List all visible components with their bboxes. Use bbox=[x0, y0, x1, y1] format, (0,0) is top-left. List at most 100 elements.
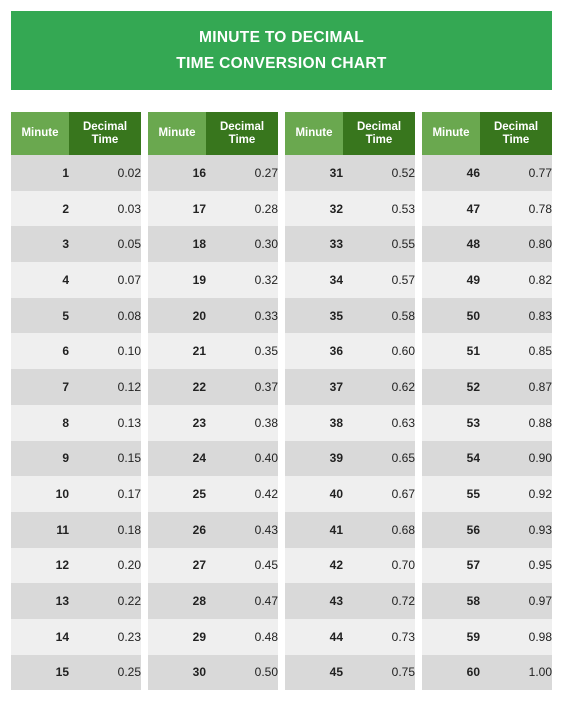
cell-decimal-time: 0.40 bbox=[206, 440, 278, 477]
cell-minute: 25 bbox=[148, 476, 206, 512]
cell-minute: 9 bbox=[11, 440, 69, 477]
table-row: 22 0.37 bbox=[148, 369, 278, 405]
cell-minute: 24 bbox=[148, 440, 206, 477]
cell-decimal-time: 0.82 bbox=[480, 262, 552, 298]
table-header-row: Minute Decimal Time bbox=[285, 112, 415, 155]
cell-decimal-time: 0.88 bbox=[480, 404, 552, 441]
chart-title-line-1: MINUTE TO DECIMAL bbox=[199, 28, 364, 46]
cell-decimal-time: 0.48 bbox=[206, 618, 278, 655]
cell-decimal-time: 0.72 bbox=[343, 583, 415, 619]
cell-decimal-time: 0.67 bbox=[343, 476, 415, 512]
cell-decimal-time: 0.45 bbox=[206, 547, 278, 584]
cell-decimal-time: 0.95 bbox=[480, 547, 552, 584]
column-header-decimal-line-2: Time bbox=[91, 133, 119, 146]
cell-minute: 29 bbox=[148, 618, 206, 655]
cell-minute: 30 bbox=[148, 654, 206, 691]
cell-decimal-time: 0.90 bbox=[480, 440, 552, 477]
cell-minute: 50 bbox=[422, 297, 480, 334]
cell-minute: 38 bbox=[285, 404, 343, 441]
cell-minute: 20 bbox=[148, 297, 206, 334]
column-header-decimal-line-1: Decimal bbox=[356, 120, 402, 133]
table-row: 24 0.40 bbox=[148, 440, 278, 477]
column-header-decimal-time: Decimal Time bbox=[206, 112, 278, 155]
cell-decimal-time: 0.98 bbox=[480, 618, 552, 655]
table-row: 37 0.62 bbox=[285, 369, 415, 405]
cell-decimal-time: 0.77 bbox=[480, 155, 552, 191]
conversion-table-block: Minute Decimal Time 1 0.02 2 0.03 3 0.05 4 0.07 5 0.… bbox=[11, 112, 141, 691]
cell-minute: 39 bbox=[285, 440, 343, 477]
conversion-chart-page: MINUTE TO DECIMAL TIME CONVERSION CHART … bbox=[0, 0, 563, 705]
table-row: 14 0.23 bbox=[11, 618, 141, 655]
column-header-minute: Minute bbox=[11, 112, 69, 155]
table-row: 50 0.83 bbox=[422, 297, 552, 334]
table-row: 53 0.88 bbox=[422, 404, 552, 441]
cell-minute: 1 bbox=[11, 155, 69, 191]
cell-decimal-time: 0.38 bbox=[206, 404, 278, 441]
table-row: 20 0.33 bbox=[148, 297, 278, 334]
cell-decimal-time: 0.22 bbox=[69, 583, 141, 619]
cell-minute: 58 bbox=[422, 583, 480, 619]
table-row: 25 0.42 bbox=[148, 476, 278, 512]
cell-decimal-time: 0.65 bbox=[343, 440, 415, 477]
cell-decimal-time: 0.23 bbox=[69, 618, 141, 655]
cell-decimal-time: 0.73 bbox=[343, 618, 415, 655]
cell-decimal-time: 0.33 bbox=[206, 297, 278, 334]
cell-decimal-time: 0.05 bbox=[69, 226, 141, 263]
cell-decimal-time: 0.63 bbox=[343, 404, 415, 441]
table-row: 59 0.98 bbox=[422, 618, 552, 655]
column-header-decimal-line-2: Time bbox=[365, 133, 393, 146]
cell-minute: 34 bbox=[285, 262, 343, 298]
cell-decimal-time: 0.60 bbox=[343, 333, 415, 370]
cell-decimal-time: 0.43 bbox=[206, 511, 278, 548]
cell-decimal-time: 0.75 bbox=[343, 654, 415, 691]
cell-minute: 3 bbox=[11, 226, 69, 263]
table-row: 48 0.80 bbox=[422, 226, 552, 263]
table-row: 2 0.03 bbox=[11, 190, 141, 227]
cell-minute: 33 bbox=[285, 226, 343, 263]
cell-minute: 46 bbox=[422, 155, 480, 191]
cell-minute: 49 bbox=[422, 262, 480, 298]
cell-decimal-time: 0.32 bbox=[206, 262, 278, 298]
cell-minute: 48 bbox=[422, 226, 480, 263]
cell-decimal-time: 0.13 bbox=[69, 404, 141, 441]
table-row: 17 0.28 bbox=[148, 190, 278, 227]
cell-decimal-time: 0.07 bbox=[69, 262, 141, 298]
cell-decimal-time: 0.02 bbox=[69, 155, 141, 191]
cell-minute: 27 bbox=[148, 547, 206, 584]
cell-minute: 14 bbox=[11, 618, 69, 655]
cell-minute: 35 bbox=[285, 297, 343, 334]
column-header-decimal-line-1: Decimal bbox=[82, 120, 128, 133]
cell-minute: 10 bbox=[11, 476, 69, 512]
column-header-minute: Minute bbox=[148, 112, 206, 155]
table-row: 30 0.50 bbox=[148, 654, 278, 691]
column-header-minute: Minute bbox=[285, 112, 343, 155]
table-row: 26 0.43 bbox=[148, 511, 278, 548]
cell-decimal-time: 0.10 bbox=[69, 333, 141, 370]
table-row: 56 0.93 bbox=[422, 511, 552, 548]
table-row: 45 0.75 bbox=[285, 654, 415, 691]
cell-decimal-time: 0.83 bbox=[480, 297, 552, 334]
cell-decimal-time: 0.52 bbox=[343, 155, 415, 191]
table-row: 19 0.32 bbox=[148, 262, 278, 298]
cell-minute: 60 bbox=[422, 654, 480, 691]
cell-decimal-time: 0.12 bbox=[69, 369, 141, 405]
table-row: 27 0.45 bbox=[148, 547, 278, 584]
chart-title-banner: MINUTE TO DECIMAL TIME CONVERSION CHART bbox=[11, 11, 552, 90]
cell-minute: 2 bbox=[11, 190, 69, 227]
cell-decimal-time: 0.28 bbox=[206, 190, 278, 227]
table-row: 5 0.08 bbox=[11, 297, 141, 334]
cell-minute: 57 bbox=[422, 547, 480, 584]
chart-title-line-2: TIME CONVERSION CHART bbox=[176, 54, 387, 72]
column-header-decimal-line-1: Decimal bbox=[219, 120, 265, 133]
cell-minute: 54 bbox=[422, 440, 480, 477]
cell-minute: 51 bbox=[422, 333, 480, 370]
cell-decimal-time: 0.57 bbox=[343, 262, 415, 298]
cell-decimal-time: 0.30 bbox=[206, 226, 278, 263]
cell-decimal-time: 0.42 bbox=[206, 476, 278, 512]
table-row: 57 0.95 bbox=[422, 547, 552, 584]
cell-decimal-time: 0.87 bbox=[480, 369, 552, 405]
cell-minute: 4 bbox=[11, 262, 69, 298]
table-row: 15 0.25 bbox=[11, 654, 141, 691]
table-row: 7 0.12 bbox=[11, 369, 141, 405]
cell-minute: 6 bbox=[11, 333, 69, 370]
